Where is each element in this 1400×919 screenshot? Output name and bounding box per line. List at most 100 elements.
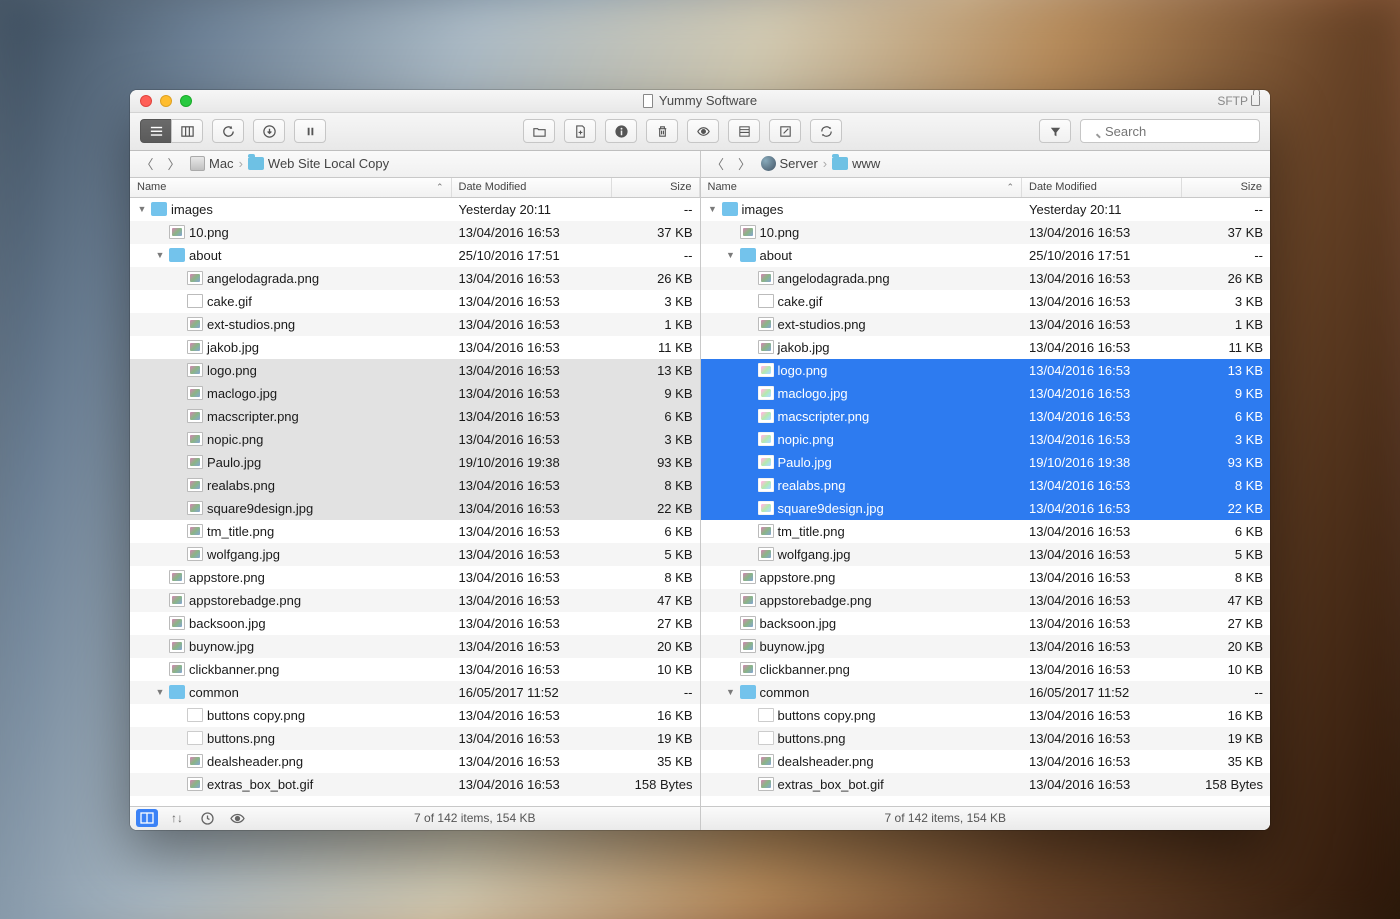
file-name: maclogo.jpg xyxy=(207,386,277,401)
file-size: 26 KB xyxy=(612,271,700,286)
remote-file-list[interactable]: ▼imagesYesterday 20:11--10.png13/04/2016… xyxy=(701,198,1271,806)
file-row[interactable]: realabs.png13/04/2016 16:538 KB xyxy=(130,474,700,497)
file-row[interactable]: buttons.png13/04/2016 16:5319 KB xyxy=(130,727,700,750)
file-row[interactable]: ext-studios.png13/04/2016 16:531 KB xyxy=(130,313,700,336)
file-row[interactable]: angelodagrada.png13/04/2016 16:5326 KB xyxy=(701,267,1271,290)
file-row[interactable]: angelodagrada.png13/04/2016 16:5326 KB xyxy=(130,267,700,290)
file-row[interactable]: macscripter.png13/04/2016 16:536 KB xyxy=(130,405,700,428)
file-row[interactable]: ▼common16/05/2017 11:52-- xyxy=(701,681,1271,704)
delete-button[interactable] xyxy=(646,119,678,143)
file-row[interactable]: nopic.png13/04/2016 16:533 KB xyxy=(130,428,700,451)
edit-permissions-button[interactable] xyxy=(728,119,760,143)
file-name: cake.gif xyxy=(207,294,252,309)
file-icon xyxy=(740,662,756,676)
file-row[interactable]: square9design.jpg13/04/2016 16:5322 KB xyxy=(130,497,700,520)
column-date[interactable]: Date Modified xyxy=(452,178,612,197)
refresh-button[interactable] xyxy=(212,119,244,143)
column-view-button[interactable] xyxy=(171,119,203,143)
list-view-button[interactable] xyxy=(140,119,172,143)
disclosure-triangle[interactable]: ▼ xyxy=(155,687,165,697)
column-size[interactable]: Size xyxy=(612,178,700,197)
search-input[interactable] xyxy=(1080,119,1260,143)
disclosure-triangle[interactable]: ▼ xyxy=(726,250,736,260)
file-row[interactable]: ▼about25/10/2016 17:51-- xyxy=(701,244,1271,267)
file-row[interactable]: Paulo.jpg19/10/2016 19:3893 KB xyxy=(130,451,700,474)
file-row[interactable]: backsoon.jpg13/04/2016 16:5327 KB xyxy=(701,612,1271,635)
column-size[interactable]: Size xyxy=(1182,178,1270,197)
new-folder-button[interactable] xyxy=(523,119,555,143)
column-name[interactable]: Name⌃ xyxy=(701,178,1023,197)
forward-button[interactable]: 〉 xyxy=(734,154,756,174)
pause-button[interactable] xyxy=(294,119,326,143)
file-row[interactable]: clickbanner.png13/04/2016 16:5310 KB xyxy=(130,658,700,681)
disclosure-triangle[interactable]: ▼ xyxy=(708,204,718,214)
file-row[interactable]: cake.gif13/04/2016 16:533 KB xyxy=(701,290,1271,313)
file-row[interactable]: wolfgang.jpg13/04/2016 16:535 KB xyxy=(701,543,1271,566)
column-date[interactable]: Date Modified xyxy=(1022,178,1182,197)
crumb-folder[interactable]: www xyxy=(852,156,880,171)
dual-pane-toggle[interactable] xyxy=(136,809,158,827)
filter-button[interactable] xyxy=(1039,119,1071,143)
history-button[interactable] xyxy=(196,809,218,827)
file-row[interactable]: 10.png13/04/2016 16:5337 KB xyxy=(130,221,700,244)
transfer-button[interactable]: ↑↓ xyxy=(166,809,188,827)
disclosure-triangle[interactable]: ▼ xyxy=(137,204,147,214)
disclosure-triangle[interactable]: ▼ xyxy=(155,250,165,260)
file-row[interactable]: realabs.png13/04/2016 16:538 KB xyxy=(701,474,1271,497)
preview-toggle[interactable] xyxy=(226,809,248,827)
crumb-root[interactable]: Server xyxy=(780,156,818,171)
file-row[interactable]: appstorebadge.png13/04/2016 16:5347 KB xyxy=(701,589,1271,612)
quicklook-button[interactable] xyxy=(687,119,719,143)
file-row[interactable]: backsoon.jpg13/04/2016 16:5327 KB xyxy=(130,612,700,635)
edit-button[interactable] xyxy=(769,119,801,143)
file-row[interactable]: ▼about25/10/2016 17:51-- xyxy=(130,244,700,267)
file-row[interactable]: buttons.png13/04/2016 16:5319 KB xyxy=(701,727,1271,750)
disclosure-triangle[interactable]: ▼ xyxy=(726,687,736,697)
file-row[interactable]: ▼imagesYesterday 20:11-- xyxy=(701,198,1271,221)
file-row[interactable]: buynow.jpg13/04/2016 16:5320 KB xyxy=(130,635,700,658)
new-file-button[interactable] xyxy=(564,119,596,143)
file-row[interactable]: dealsheader.png13/04/2016 16:5335 KB xyxy=(701,750,1271,773)
file-row[interactable]: appstorebadge.png13/04/2016 16:5347 KB xyxy=(130,589,700,612)
file-row[interactable]: logo.png13/04/2016 16:5313 KB xyxy=(130,359,700,382)
file-row[interactable]: clickbanner.png13/04/2016 16:5310 KB xyxy=(701,658,1271,681)
crumb-folder[interactable]: Web Site Local Copy xyxy=(268,156,389,171)
file-row[interactable]: macscripter.png13/04/2016 16:536 KB xyxy=(701,405,1271,428)
local-file-list[interactable]: ▼imagesYesterday 20:11--10.png13/04/2016… xyxy=(130,198,700,806)
file-row[interactable]: maclogo.jpg13/04/2016 16:539 KB xyxy=(701,382,1271,405)
file-row[interactable]: square9design.jpg13/04/2016 16:5322 KB xyxy=(701,497,1271,520)
file-row[interactable]: buttons copy.png13/04/2016 16:5316 KB xyxy=(130,704,700,727)
file-row[interactable]: tm_title.png13/04/2016 16:536 KB xyxy=(701,520,1271,543)
forward-button[interactable]: 〉 xyxy=(163,154,185,174)
column-name[interactable]: Name⌃ xyxy=(130,178,452,197)
file-row[interactable]: nopic.png13/04/2016 16:533 KB xyxy=(701,428,1271,451)
file-row[interactable]: jakob.jpg13/04/2016 16:5311 KB xyxy=(130,336,700,359)
file-row[interactable]: tm_title.png13/04/2016 16:536 KB xyxy=(130,520,700,543)
info-button[interactable] xyxy=(605,119,637,143)
file-row[interactable]: extras_box_bot.gif13/04/2016 16:53158 By… xyxy=(701,773,1271,796)
file-row[interactable]: 10.png13/04/2016 16:5337 KB xyxy=(701,221,1271,244)
file-row[interactable]: ▼common16/05/2017 11:52-- xyxy=(130,681,700,704)
file-row[interactable]: logo.png13/04/2016 16:5313 KB xyxy=(701,359,1271,382)
file-row[interactable]: maclogo.jpg13/04/2016 16:539 KB xyxy=(130,382,700,405)
file-row[interactable]: buynow.jpg13/04/2016 16:5320 KB xyxy=(701,635,1271,658)
file-row[interactable]: appstore.png13/04/2016 16:538 KB xyxy=(701,566,1271,589)
file-row[interactable]: Paulo.jpg19/10/2016 19:3893 KB xyxy=(701,451,1271,474)
file-row[interactable]: ▼imagesYesterday 20:11-- xyxy=(130,198,700,221)
back-button[interactable]: 〈 xyxy=(136,154,158,174)
back-button[interactable]: 〈 xyxy=(707,154,729,174)
titlebar[interactable]: Yummy Software SFTP xyxy=(130,90,1270,113)
crumb-root[interactable]: Mac xyxy=(209,156,234,171)
file-row[interactable]: appstore.png13/04/2016 16:538 KB xyxy=(130,566,700,589)
file-row[interactable]: jakob.jpg13/04/2016 16:5311 KB xyxy=(701,336,1271,359)
file-row[interactable]: ext-studios.png13/04/2016 16:531 KB xyxy=(701,313,1271,336)
file-row[interactable]: buttons copy.png13/04/2016 16:5316 KB xyxy=(701,704,1271,727)
sync-button[interactable] xyxy=(810,119,842,143)
file-row[interactable]: extras_box_bot.gif13/04/2016 16:53158 By… xyxy=(130,773,700,796)
download-button[interactable] xyxy=(253,119,285,143)
file-row[interactable]: dealsheader.png13/04/2016 16:5335 KB xyxy=(130,750,700,773)
breadcrumb[interactable]: Server › www xyxy=(761,156,881,171)
file-row[interactable]: wolfgang.jpg13/04/2016 16:535 KB xyxy=(130,543,700,566)
file-row[interactable]: cake.gif13/04/2016 16:533 KB xyxy=(130,290,700,313)
breadcrumb[interactable]: Mac › Web Site Local Copy xyxy=(190,156,389,171)
